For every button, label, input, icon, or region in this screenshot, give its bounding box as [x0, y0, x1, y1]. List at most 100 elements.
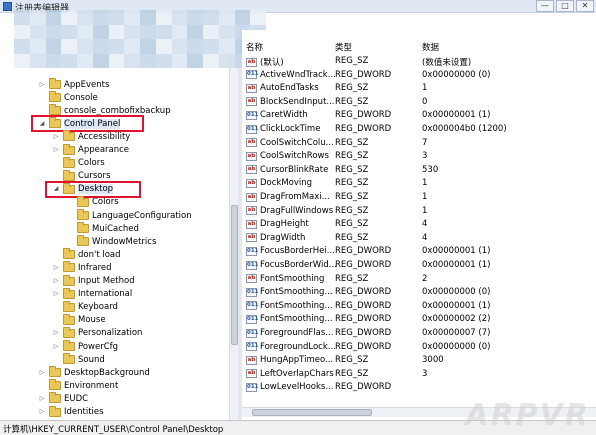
value-data: 1 — [422, 83, 428, 94]
value-row[interactable]: ab DockMoving REG_SZ 1 — [242, 177, 596, 191]
tree-item[interactable]: don't load — [52, 248, 121, 261]
tree-item[interactable]: WindowMetrics — [66, 235, 156, 248]
tree-item[interactable]: Colors — [52, 156, 105, 170]
expand-arrow-icon[interactable]: ▷ — [38, 369, 46, 377]
expand-arrow-icon[interactable]: ▷ — [52, 343, 60, 351]
expand-arrow-icon[interactable]: ▷ — [52, 264, 60, 272]
column-header-data[interactable]: 数据 — [422, 41, 439, 53]
value-data: 0x00000002 (2) — [422, 314, 491, 325]
tree-item[interactable]: LanguageConfiguration — [66, 209, 192, 222]
tree-item[interactable]: ▷ EUDC — [38, 392, 88, 405]
mosaic-block — [124, 53, 140, 68]
expand-arrow-icon[interactable]: ▷ — [52, 290, 60, 298]
expand-arrow-icon[interactable]: ▷ — [52, 329, 60, 337]
reg-sz-icon: ab — [246, 274, 257, 284]
value-row[interactable]: ab CoolSwitchRows REG_SZ 3 — [242, 150, 596, 164]
values-scroll-thumb[interactable] — [252, 409, 372, 416]
expand-arrow-icon[interactable]: ▷ — [38, 395, 46, 403]
mosaic-block — [29, 24, 46, 39]
value-row[interactable]: ab (默认) REG_SZ (数值未设置) — [242, 55, 596, 69]
tree-item[interactable]: ▷ Appearance — [52, 143, 129, 157]
value-row[interactable]: ab DragFromMaxi... REG_SZ 1 — [242, 191, 596, 205]
folder-icon — [63, 340, 75, 351]
tree-item[interactable]: ▷ DesktopBackground — [38, 366, 150, 379]
tree-item[interactable]: Colors — [66, 195, 119, 209]
expand-arrow-icon[interactable]: ▷ — [52, 146, 60, 154]
value-row[interactable]: ab BlockSendInput... REG_SZ 0 — [242, 96, 596, 110]
mosaic-block — [92, 10, 109, 25]
tree-item[interactable]: ▷ Infrared — [52, 261, 112, 274]
value-data: 0x00000000 (0) — [422, 69, 491, 80]
minimize-button[interactable]: — — [536, 0, 554, 12]
tree-item-label: WindowMetrics — [92, 236, 157, 247]
folder-icon — [49, 405, 61, 417]
value-row[interactable]: ab AutoEndTasks REG_SZ 1 — [242, 82, 596, 96]
folder-icon — [63, 261, 75, 273]
value-data: 0x00000001 (1) — [422, 260, 491, 270]
value-name-cell: ab BlockSendInput... — [246, 97, 335, 107]
value-row[interactable]: 011 LowLevelHooks... REG_DWORD — [242, 381, 596, 395]
column-header-type[interactable]: 类型 — [335, 41, 352, 53]
value-name-cell: ab DragFullWindows — [246, 206, 333, 216]
tree-item[interactable]: Keyboard — [52, 300, 118, 314]
value-type: REG_DWORD — [335, 382, 392, 393]
tree-item[interactable]: Sound — [52, 353, 105, 366]
expand-arrow-icon[interactable]: ▷ — [38, 408, 46, 416]
tree-item[interactable]: MuiCached — [66, 222, 139, 235]
value-type: REG_DWORD — [335, 124, 392, 134]
expand-arrow-icon[interactable]: ▷ — [38, 81, 46, 89]
value-row[interactable]: 011 ClickLockTime REG_DWORD 0x000004b0 (120… — [242, 123, 596, 137]
value-row[interactable]: 011 FocusBorderHei... REG_DWORD 0x00000001 … — [242, 245, 596, 259]
value-type: REG_DWORD — [335, 300, 392, 311]
value-row[interactable]: ab FontSmoothing REG_SZ 2 — [242, 273, 596, 287]
value-type: REG_SZ — [335, 232, 369, 243]
value-name-cell: ab LeftOverlapChars — [246, 369, 334, 379]
tree-item[interactable]: Mouse — [52, 313, 106, 327]
folder-icon — [49, 379, 61, 391]
no-expander — [52, 159, 60, 167]
tree-item[interactable]: ▷ AppEvents — [38, 78, 109, 91]
value-type: REG_SZ — [335, 219, 369, 230]
value-row[interactable]: ab HungAppTimeo... REG_SZ 3000 — [242, 354, 596, 368]
value-row[interactable]: ab DragWidth REG_SZ 4 — [242, 232, 596, 246]
value-row[interactable]: 011 FontSmoothing... REG_DWORD 0x00000001 (… — [242, 300, 596, 314]
value-row[interactable]: 011 FontSmoothing... REG_DWORD 0x00000000 (… — [242, 286, 596, 300]
mosaic-block — [203, 10, 219, 25]
mosaic-block — [92, 53, 109, 68]
value-row[interactable]: 011 FocusBorderWid... REG_DWORD 0x00000001 … — [242, 259, 596, 273]
mosaic-block — [14, 10, 30, 25]
tree-item[interactable]: ▷ Accessibility — [52, 130, 130, 143]
tree-item[interactable]: ▷ Personalization — [52, 326, 142, 340]
tree-item[interactable]: Environment — [38, 379, 118, 392]
value-row[interactable]: ab CoolSwitchColu... REG_SZ 7 — [242, 137, 596, 151]
tree-item-label: Mouse — [78, 315, 106, 326]
value-row[interactable]: 011 ActiveWndTrack... REG_DWORD 0x00000000 … — [242, 69, 596, 83]
value-row[interactable]: ab LeftOverlapChars REG_SZ 3 — [242, 368, 596, 382]
value-data: 0x00000000 (0) — [422, 287, 491, 298]
maximize-button[interactable]: □ — [556, 0, 574, 12]
tree-vertical-scrollbar[interactable] — [229, 55, 238, 420]
value-row[interactable]: 011 CaretWidth REG_DWORD 0x00000001 (1) — [242, 109, 596, 123]
close-button[interactable]: ✕ — [576, 0, 594, 12]
value-row[interactable]: ab DragHeight REG_SZ 4 — [242, 218, 596, 232]
tree-item[interactable]: ▷ Input Method — [52, 274, 135, 288]
value-row[interactable]: 011 ForegroundLock... REG_DWORD 0x00000000 … — [242, 341, 596, 355]
tree-item[interactable]: ▷ Identities — [38, 405, 104, 419]
value-row[interactable]: 011 FontSmoothing... REG_DWORD 0x00000002 (… — [242, 313, 596, 327]
tree-item-label: Console — [64, 92, 98, 103]
value-row[interactable]: ab DragFullWindows REG_SZ 1 — [242, 205, 596, 219]
tree-item[interactable]: ▷ PowerCfg — [52, 340, 118, 353]
expand-arrow-icon[interactable]: ▷ — [52, 277, 60, 285]
value-row[interactable]: 011 ForegroundFlas... REG_DWORD 0x00000007 … — [242, 327, 596, 341]
value-name-cell: ab DockMoving — [246, 178, 312, 188]
value-data: 0x00000001 (1) — [422, 300, 491, 311]
tree-item[interactable]: Console — [38, 91, 98, 104]
expand-arrow-icon[interactable]: ▷ — [52, 133, 60, 141]
value-row[interactable]: ab CursorBlinkRate REG_SZ 530 — [242, 164, 596, 178]
tree-scroll-thumb[interactable] — [231, 205, 238, 345]
mosaic-block — [14, 24, 30, 39]
tree-item[interactable]: ▷ International — [52, 287, 132, 301]
column-header-name[interactable]: 名称 — [246, 41, 263, 53]
value-name: BlockSendInput... — [260, 96, 335, 107]
tree-item-label: Identities — [64, 407, 104, 417]
